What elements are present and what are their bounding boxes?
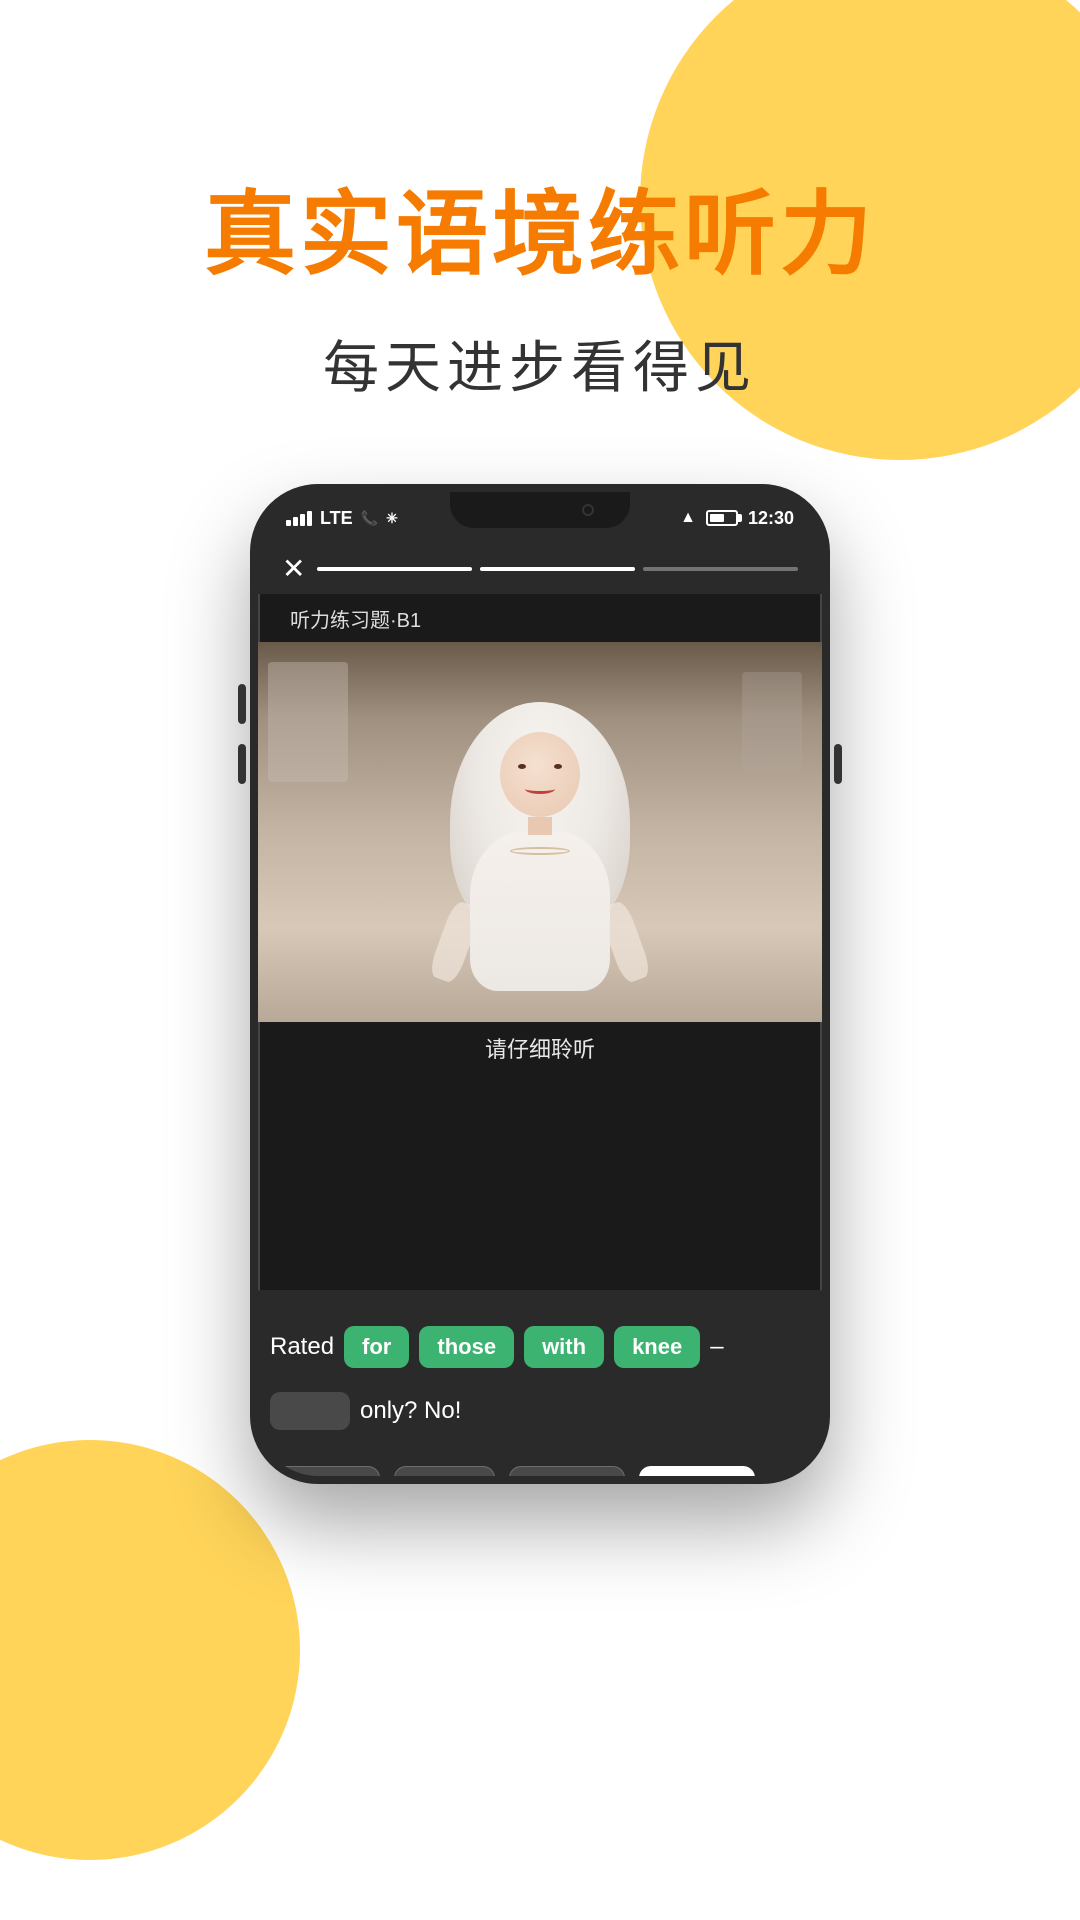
video-area bbox=[258, 642, 822, 1022]
filled-word-those[interactable]: those bbox=[419, 1326, 514, 1368]
phone-mockup: LTE 📞 ✳ ▲ 12:30 ✕ bbox=[250, 484, 830, 1584]
call-icon: 📞 bbox=[361, 510, 378, 527]
dash-separator: – bbox=[710, 1333, 723, 1361]
status-left: LTE 📞 ✳ bbox=[286, 508, 398, 529]
phone-frame: LTE 📞 ✳ ▲ 12:30 ✕ bbox=[250, 484, 830, 1484]
character-figure bbox=[440, 702, 640, 1022]
progress-segment-2 bbox=[480, 567, 635, 571]
filled-word-for[interactable]: for bbox=[344, 1326, 409, 1368]
signal-bar-4 bbox=[307, 511, 312, 526]
option-those[interactable]: those bbox=[509, 1466, 626, 1484]
option-knee[interactable]: knee bbox=[270, 1466, 380, 1484]
progress-segment-1 bbox=[317, 567, 472, 571]
option-highs[interactable]: highs bbox=[639, 1466, 754, 1484]
signal-bar-2 bbox=[293, 517, 298, 526]
main-title: 真实语境练听力 bbox=[204, 160, 876, 293]
sentence-row-1: Rated for those with knee – bbox=[270, 1326, 810, 1368]
close-button[interactable]: ✕ bbox=[282, 555, 305, 583]
answer-card: Rated for those with knee – only? No! kn… bbox=[250, 1290, 830, 1484]
side-buttons-right bbox=[834, 744, 842, 784]
progress-segment-3 bbox=[643, 567, 798, 571]
battery-icon bbox=[706, 510, 738, 526]
word-options: knee with those highs for bbox=[270, 1466, 810, 1484]
volume-up-button bbox=[238, 684, 246, 724]
sentence-row-2: only? No! bbox=[270, 1392, 810, 1430]
status-right: ▲ 12:30 bbox=[680, 508, 794, 529]
page-content: 真实语境练听力 每天进步看得见 LTE bbox=[0, 0, 1080, 1920]
option-with[interactable]: with bbox=[394, 1466, 495, 1484]
power-button bbox=[834, 744, 842, 784]
signal-bars bbox=[286, 511, 312, 526]
volume-down-button bbox=[238, 744, 246, 784]
signal-bar-3 bbox=[300, 514, 305, 526]
wifi-icon: ▲ bbox=[680, 509, 696, 527]
bluetooth-icon: ✳ bbox=[386, 510, 398, 527]
nav-bar: ✕ bbox=[258, 544, 822, 594]
time-display: 12:30 bbox=[748, 508, 794, 529]
signal-bar-1 bbox=[286, 520, 291, 526]
static-word-rated: Rated bbox=[270, 1333, 334, 1361]
sub-title: 每天进步看得见 bbox=[323, 323, 757, 404]
static-only: only? No! bbox=[360, 1397, 461, 1425]
filled-word-knee[interactable]: knee bbox=[614, 1326, 700, 1368]
level-label: 听力练习题·B1 bbox=[290, 604, 421, 633]
side-buttons-left bbox=[238, 684, 246, 784]
progress-bar bbox=[317, 567, 798, 571]
scene-background bbox=[258, 642, 822, 1022]
carrier-label: LTE bbox=[320, 508, 353, 529]
battery-fill bbox=[710, 514, 724, 522]
phone-notch bbox=[450, 492, 630, 528]
filled-word-with[interactable]: with bbox=[524, 1326, 604, 1368]
listen-instruction: 请仔细聆听 bbox=[258, 1032, 822, 1064]
empty-slot bbox=[270, 1392, 350, 1430]
